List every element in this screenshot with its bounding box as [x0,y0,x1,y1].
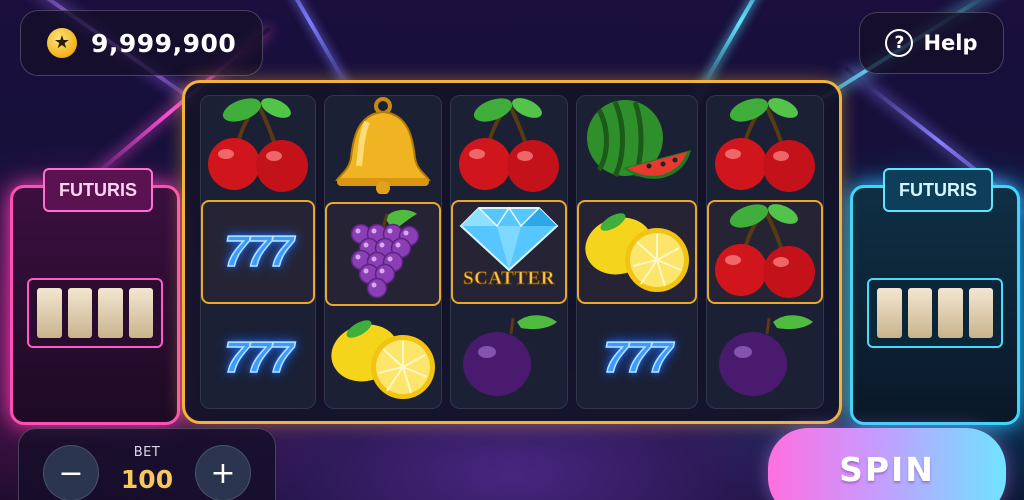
reel-cell [577,96,697,196]
slot-reel-frame: 777 777 SCATTER 777 [182,80,842,424]
lemon-icon [325,311,441,407]
reel-3: SCATTER [450,95,568,409]
machine-screen [27,278,163,348]
reel-1: 777 777 [200,95,316,409]
reel-2 [324,95,442,409]
reel-5 [706,95,824,409]
reel-cell: 777 [201,308,315,408]
balance-value: 9,999,900 [91,28,237,58]
reel-cell [201,96,315,196]
reel-cell [707,96,823,196]
reel-cell: 777 [577,308,697,408]
reel-cell [707,308,823,408]
help-label: Help [923,31,978,55]
help-button[interactable]: ? Help [859,12,1004,74]
question-circle-icon: ? [885,29,914,57]
cherry-icon [709,202,821,302]
balance-display: ★ 9,999,900 [20,10,263,76]
plum-icon [707,310,823,406]
reel-cell: SCATTER [451,200,567,304]
background-slot-machine-left: FUTURIS [10,168,180,425]
machine-sign: FUTURIS [43,168,153,212]
cherry-icon [202,96,314,196]
reel-4: 777 [576,95,698,409]
increase-bet-button[interactable]: + [195,445,251,500]
reel-cell [325,310,441,408]
lemon-icon [579,204,695,300]
seven-symbol: 777 [224,332,295,383]
seven-symbol: 777 [224,226,295,277]
bet-control: − BET 100 + [18,428,276,500]
spin-label: SPIN [839,450,935,489]
spin-button[interactable]: SPIN [768,428,1006,500]
reel-cell [325,202,441,306]
machine-screen [867,278,1003,348]
reel-cell: 777 [201,200,315,304]
scatter-label: SCATTER [463,268,555,290]
reel-cell [325,96,441,198]
reel-cell [707,200,823,304]
reels-container: 777 777 SCATTER 777 [200,95,824,409]
reel-cell [451,308,567,408]
machine-sign: FUTURIS [883,168,993,212]
reel-cell [451,96,567,196]
diamond-icon [457,202,561,276]
cherry-icon [453,96,565,196]
cherry-icon [709,96,821,196]
bell-icon [327,96,439,198]
reel-cell [577,200,697,304]
seven-symbol: 777 [603,332,674,383]
plum-icon [451,310,567,406]
grapes-icon [331,204,435,304]
star-coin-icon: ★ [47,28,77,58]
background-slot-machine-right: FUTURIS [850,168,1020,425]
watermelon-icon [579,98,695,194]
